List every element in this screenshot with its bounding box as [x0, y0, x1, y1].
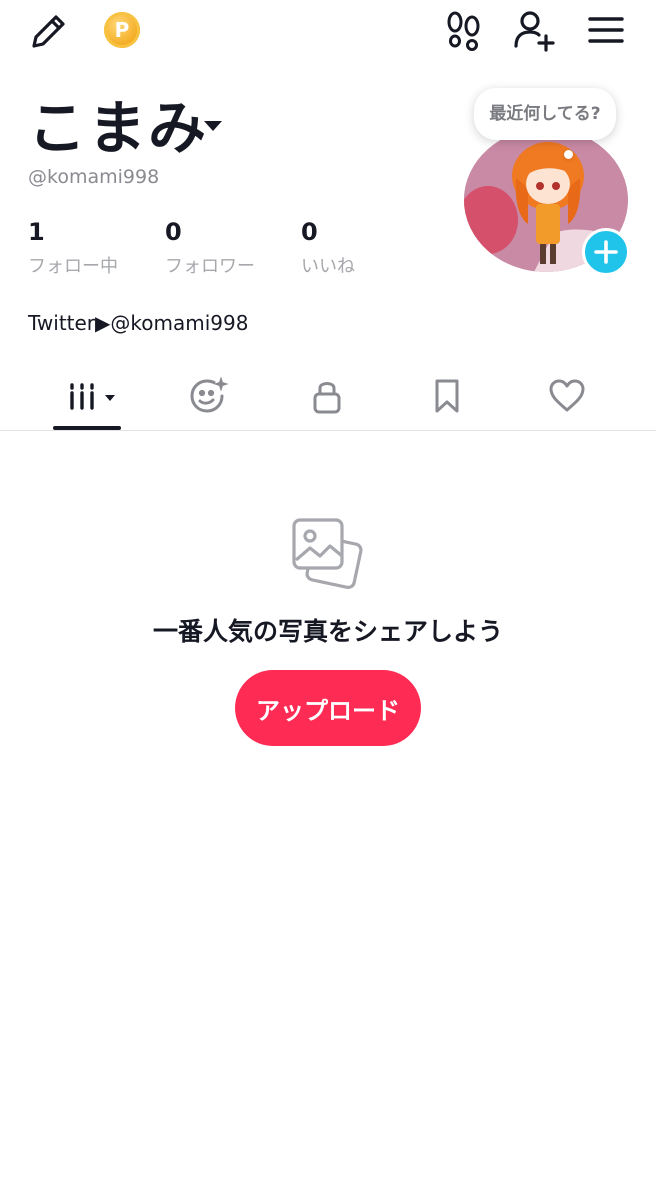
- lock-icon: [313, 382, 341, 414]
- heart-icon: [549, 379, 585, 412]
- followers-count[interactable]: 0: [165, 218, 182, 246]
- status-bubble-tail: [564, 150, 573, 159]
- edit-pencil-icon[interactable]: [28, 10, 70, 52]
- footprints-icon[interactable]: [442, 8, 486, 52]
- coin-letter: P: [114, 18, 130, 42]
- followers-label[interactable]: フォロワー: [165, 252, 255, 278]
- account-switch-caret-icon[interactable]: [204, 121, 222, 131]
- tab-private[interactable]: [297, 370, 357, 422]
- bookmark-icon: [435, 379, 459, 413]
- status-bubble[interactable]: 最近何してる?: [474, 88, 616, 140]
- tab-videos[interactable]: [60, 370, 120, 422]
- tab-divider: [0, 430, 656, 431]
- following-label[interactable]: フォロー中: [28, 252, 118, 278]
- photos-icon: [288, 512, 368, 592]
- tab-liked[interactable]: [537, 370, 597, 422]
- upload-button[interactable]: アップロード: [235, 670, 421, 746]
- display-name[interactable]: こまみ: [28, 92, 208, 164]
- face-sparkle-icon: [190, 376, 229, 413]
- add-friend-icon[interactable]: [512, 8, 558, 52]
- tab-favorites[interactable]: [417, 370, 477, 422]
- tab-reposts[interactable]: [178, 370, 238, 422]
- avatar-add-button[interactable]: [582, 228, 630, 276]
- username: @komami998: [28, 166, 160, 188]
- grid-icon: [70, 383, 115, 410]
- following-count[interactable]: 1: [28, 218, 45, 246]
- menu-icon[interactable]: [584, 10, 628, 50]
- empty-state-title: 一番人気の写真をシェアしよう: [152, 617, 503, 646]
- likes-label[interactable]: いいね: [301, 252, 355, 278]
- status-bubble-text: 最近何してる?: [489, 104, 601, 124]
- coin-icon[interactable]: P: [104, 12, 140, 48]
- bio: Twitter▶@komami998: [28, 311, 249, 335]
- likes-count[interactable]: 0: [301, 218, 318, 246]
